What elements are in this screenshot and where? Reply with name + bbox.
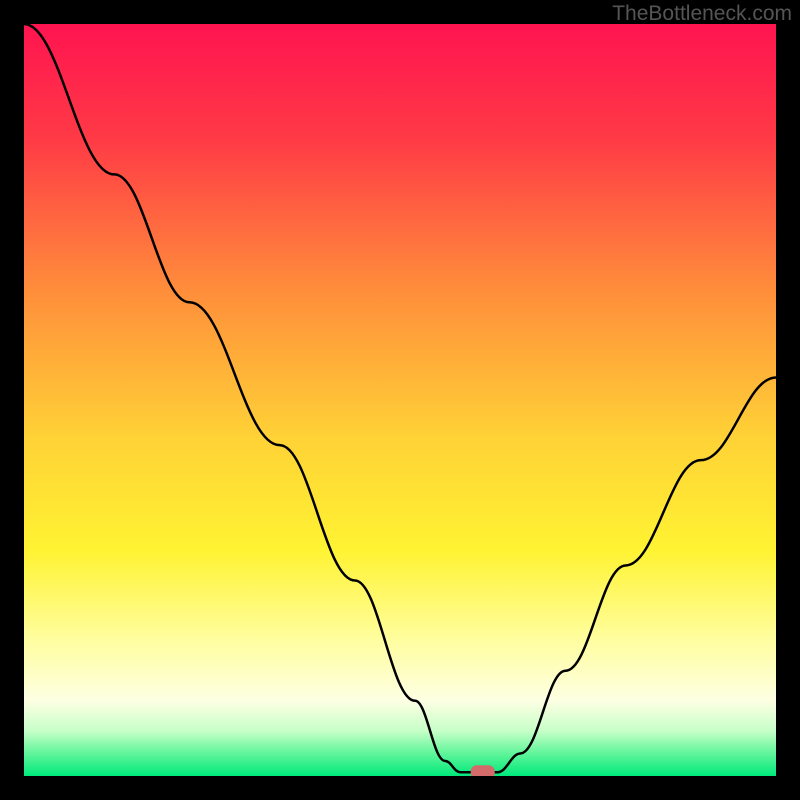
chart-plot-area (24, 24, 776, 776)
chart-background (24, 24, 776, 776)
optimal-marker (471, 765, 495, 776)
chart-svg (24, 24, 776, 776)
watermark-text: TheBottleneck.com (612, 2, 792, 26)
